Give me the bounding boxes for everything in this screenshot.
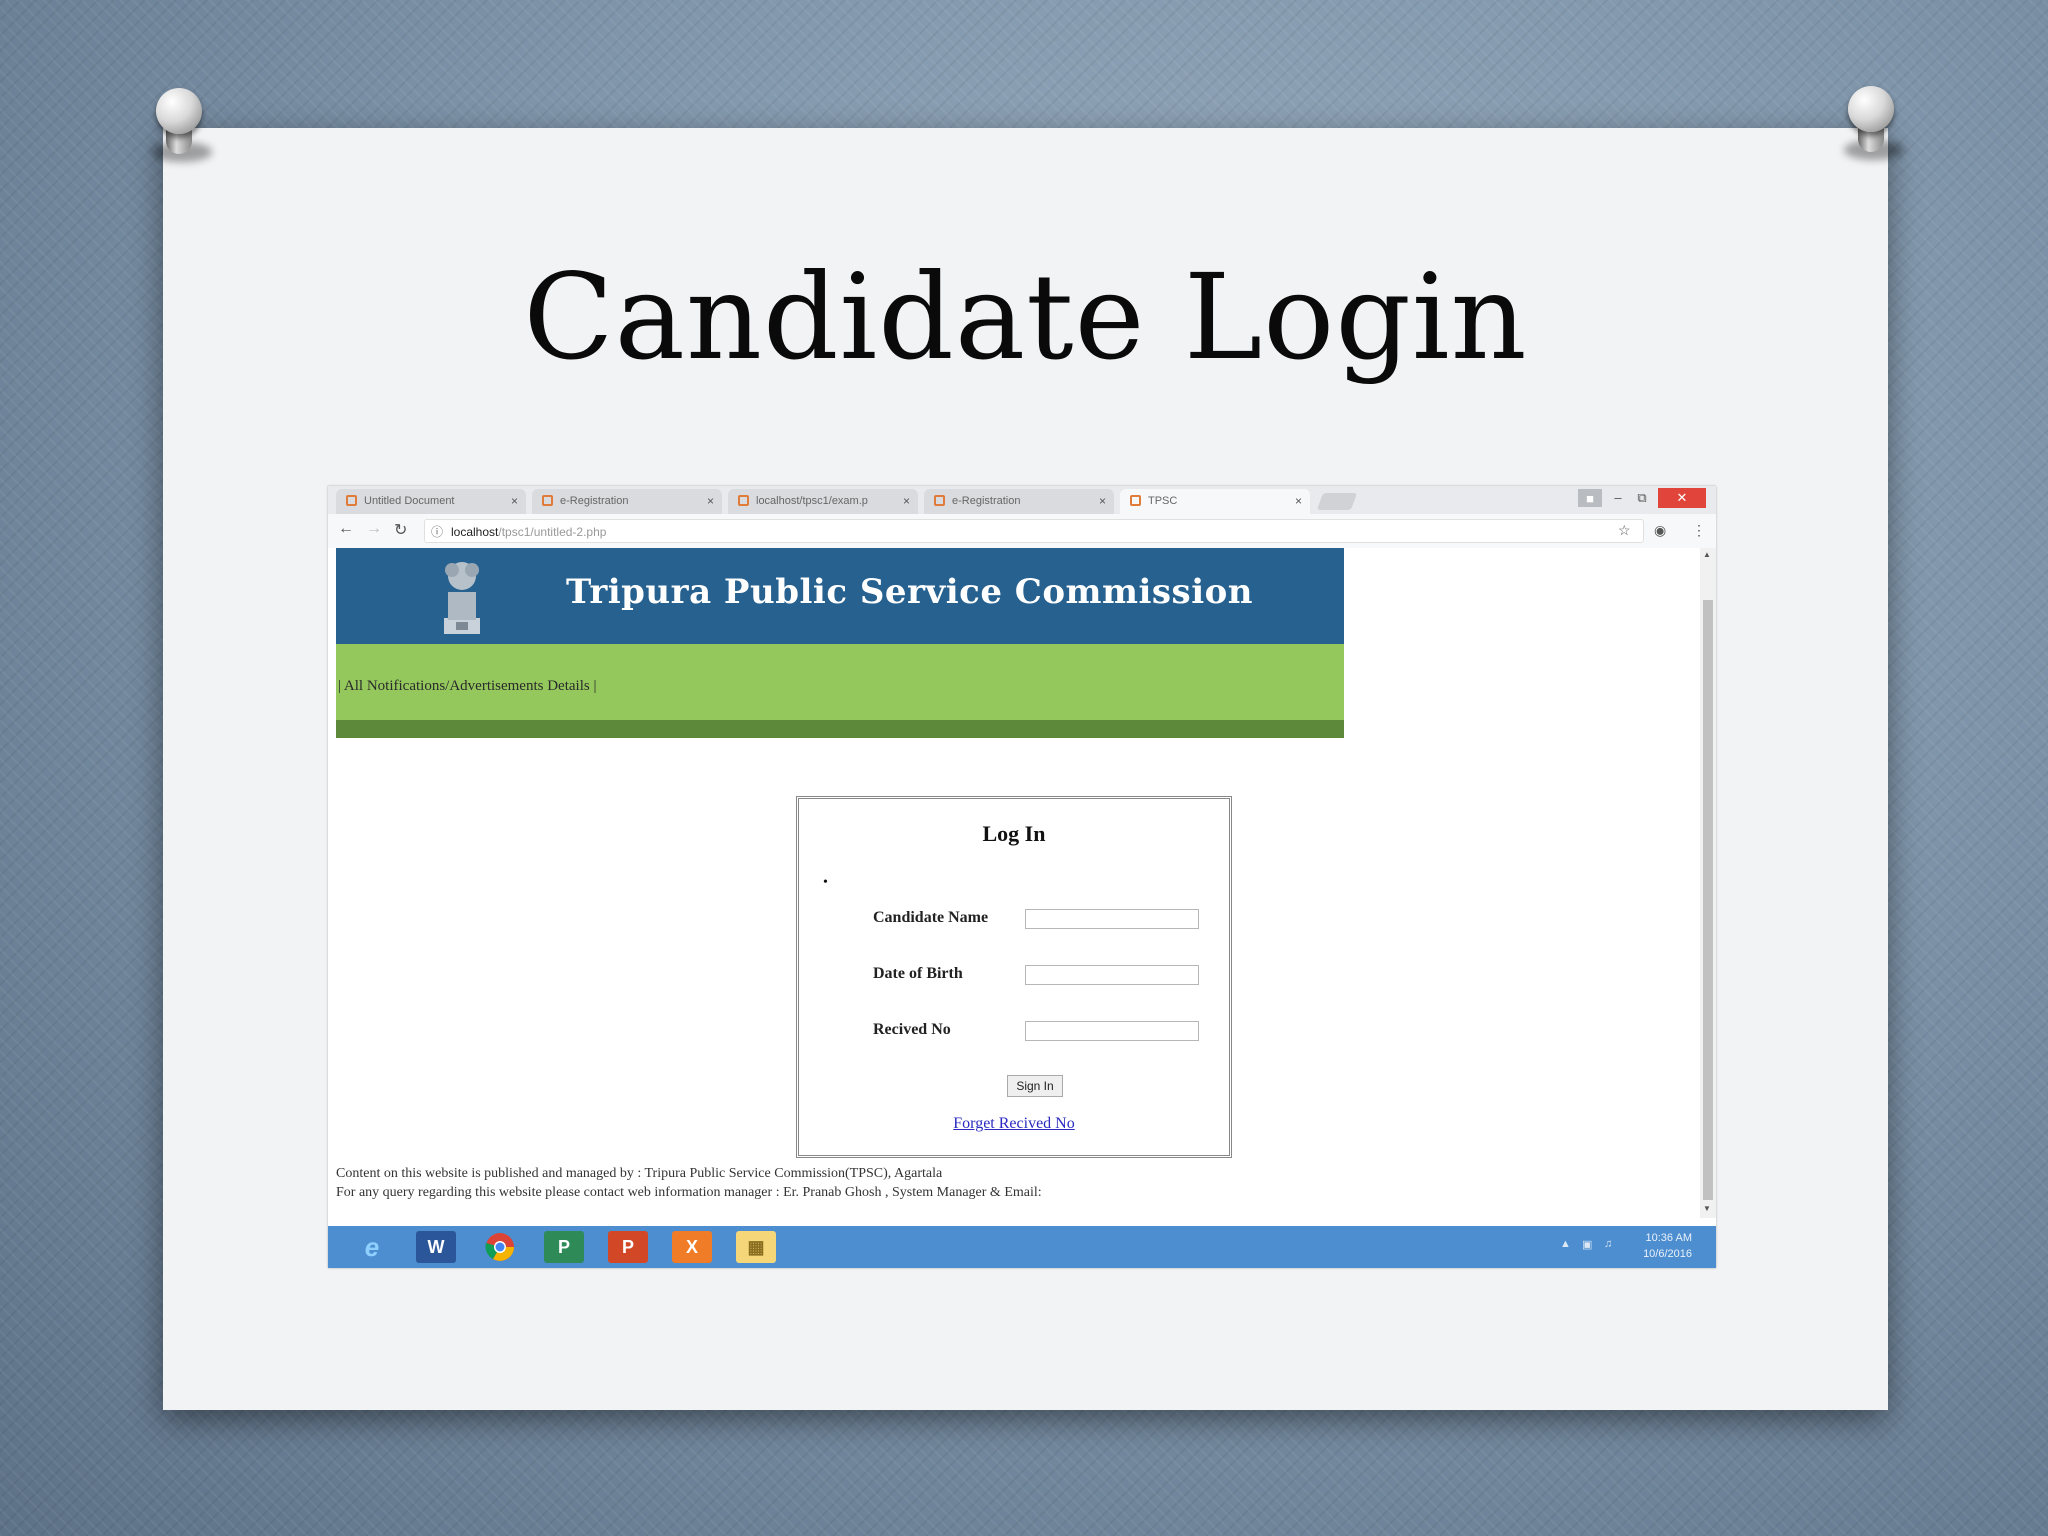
powerpoint-icon[interactable]: P — [608, 1231, 648, 1263]
candidate-name-input[interactable] — [1025, 909, 1199, 929]
url-host: localhost — [451, 525, 499, 539]
tab-label: localhost/tpsc1/exam.p — [756, 495, 868, 507]
notifications-link[interactable]: | All Notifications/Advertisements Detai… — [338, 678, 596, 695]
info-icon: ⓘ — [431, 525, 444, 539]
bookmark-star-icon[interactable]: ☆ — [1618, 522, 1631, 539]
close-icon[interactable]: × — [511, 494, 518, 508]
menu-dots-icon[interactable]: ⋮ — [1692, 522, 1706, 539]
nav-divider — [336, 720, 1344, 738]
close-icon[interactable]: × — [903, 494, 910, 508]
dob-label: Date of Birth — [873, 965, 963, 982]
page-icon — [934, 495, 945, 506]
tab-label: e-Registration — [952, 495, 1021, 507]
tab-bar: Untitled Document × e-Registration × loc… — [328, 486, 1716, 514]
forward-arrow-icon[interactable]: → — [366, 520, 382, 538]
internet-explorer-icon[interactable]: e — [352, 1231, 392, 1263]
volume-icon[interactable]: ♫ — [1604, 1238, 1612, 1250]
page-scrollbar[interactable]: ▲ ▼ — [1700, 548, 1716, 1218]
clock-date: 10/6/2016 — [1643, 1248, 1692, 1260]
page-icon — [738, 495, 749, 506]
system-clock[interactable]: 10:36 AM 10/6/2016 — [1643, 1230, 1692, 1262]
browser-screenshot: Untitled Document × e-Registration × loc… — [328, 486, 1716, 1268]
network-icon[interactable]: ▣ — [1582, 1238, 1592, 1251]
tab-untitled-document[interactable]: Untitled Document × — [336, 489, 526, 514]
candidate-name-label: Candidate Name — [873, 909, 989, 926]
page-viewport: Tripura Public Service Commission | All … — [328, 548, 1716, 1218]
close-icon[interactable]: × — [707, 494, 714, 508]
maximize-button[interactable]: ⧉ — [1632, 488, 1652, 508]
login-form: Log In • Candidate Name Date of Birth Re… — [796, 796, 1232, 1158]
footer-line-2: For any query regarding this website ple… — [336, 1185, 1042, 1200]
xampp-icon[interactable]: X — [672, 1231, 712, 1263]
address-bar[interactable]: ⓘ localhost/tpsc1/untitled-2.php — [424, 519, 1644, 543]
scroll-thumb[interactable] — [1703, 600, 1713, 1200]
word-icon[interactable]: W — [416, 1231, 456, 1263]
site-nav-bar: | All Notifications/Advertisements Detai… — [336, 644, 1344, 720]
tab-label: TPSC — [1148, 495, 1178, 507]
close-icon[interactable]: × — [1099, 494, 1106, 508]
received-no-input[interactable] — [1025, 1021, 1199, 1041]
site-footer: Content on this website is published and… — [336, 1164, 1042, 1202]
windows-taskbar: e W P P X ▦ ▲ ▣ ♫ 10:36 AM 10/6/2016 — [328, 1226, 1716, 1268]
tab-e-registration-2[interactable]: e-Registration × — [924, 489, 1114, 514]
new-tab-button[interactable] — [1316, 493, 1358, 510]
tab-label: Untitled Document — [364, 495, 455, 507]
page-icon — [542, 495, 553, 506]
scroll-down-icon[interactable]: ▼ — [1703, 1204, 1711, 1213]
tab-tpsc[interactable]: TPSC × — [1120, 489, 1310, 514]
tab-e-registration[interactable]: e-Registration × — [532, 489, 722, 514]
tab-label: e-Registration — [560, 495, 629, 507]
user-icon[interactable]: ■ — [1578, 489, 1602, 507]
close-icon[interactable]: × — [1295, 494, 1302, 508]
login-title: Log In — [982, 821, 1046, 846]
url-path: /tpsc1/untitled-2.php — [498, 525, 607, 539]
chrome-icon[interactable] — [480, 1231, 520, 1263]
page-icon — [1130, 495, 1141, 506]
page-icon — [346, 495, 357, 506]
browser-toolbar: ← → ↻ ⓘ localhost/tpsc1/untitled-2.php ☆… — [328, 514, 1716, 549]
site-header: Tripura Public Service Commission — [336, 548, 1344, 644]
back-arrow-icon[interactable]: ← — [338, 520, 354, 538]
tray-arrow-icon[interactable]: ▲ — [1560, 1238, 1571, 1250]
file-explorer-icon[interactable]: ▦ — [736, 1231, 776, 1263]
footer-line-1: Content on this website is published and… — [336, 1166, 943, 1181]
site-title: Tripura Public Service Commission — [566, 572, 1254, 612]
chrome-logo — [485, 1233, 514, 1261]
forget-received-no-link[interactable]: Forget Recived No — [799, 1115, 1229, 1133]
dob-input[interactable] — [1025, 965, 1199, 985]
reload-icon[interactable]: ↻ — [394, 520, 407, 540]
minimize-button[interactable]: – — [1608, 488, 1628, 508]
clock-time: 10:36 AM — [1645, 1232, 1692, 1244]
slide: Candidate Login Untitled Document × e-Re… — [163, 128, 1888, 1410]
tab-exam[interactable]: localhost/tpsc1/exam.p × — [728, 489, 918, 514]
close-window-button[interactable]: ✕ — [1658, 488, 1706, 508]
bullet: • — [823, 875, 828, 890]
received-no-label: Recived No — [873, 1021, 951, 1038]
pushpin-left-icon — [144, 88, 214, 162]
emblem-icon — [444, 562, 480, 634]
pushpin-right-icon — [1836, 86, 1906, 160]
publisher-icon[interactable]: P — [544, 1231, 584, 1263]
scroll-up-icon[interactable]: ▲ — [1703, 550, 1711, 559]
sign-in-button[interactable]: Sign In — [1007, 1075, 1063, 1097]
extension-icon[interactable]: ◉ — [1654, 522, 1666, 539]
slide-title: Candidate Login — [523, 248, 1528, 386]
